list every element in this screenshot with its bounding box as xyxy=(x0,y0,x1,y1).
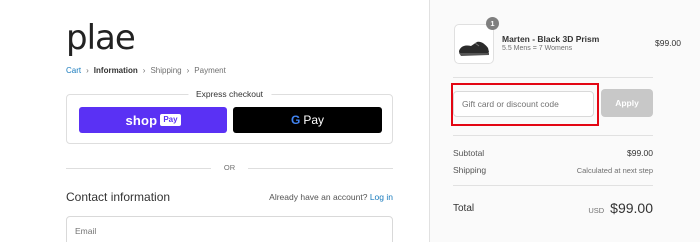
breadcrumb-shipping: Shipping xyxy=(150,66,182,75)
chevron-right-icon: › xyxy=(142,66,146,75)
divider-line xyxy=(453,77,653,78)
google-pay-label: Pay xyxy=(303,113,325,127)
breadcrumb-information: Information xyxy=(93,66,138,75)
email-input[interactable] xyxy=(67,217,392,242)
shop-pay-logo-text: shop xyxy=(125,112,158,128)
product-name: Marten - Black 3D Prism xyxy=(502,34,600,44)
login-prompt: Already have an account? Log in xyxy=(269,192,393,202)
chevron-right-icon: › xyxy=(86,66,89,75)
total-label: Total xyxy=(453,203,475,214)
breadcrumb: Cart › Information › Shipping › Payment xyxy=(66,66,226,75)
quantity-badge: 1 xyxy=(486,17,499,30)
shipping-value: Calculated at next step xyxy=(576,166,653,175)
total-value: USD $99.00 xyxy=(588,200,653,216)
express-checkout-box: Express checkout shop Pay G Pay xyxy=(66,89,393,144)
product-price: $99.00 xyxy=(655,38,681,48)
or-text: OR xyxy=(223,163,236,172)
order-summary-sidebar: 1 Marten - Black 3D Prism 5.5 Mens = 7 W… xyxy=(429,0,700,242)
checkout-main: plae Cart › Information › Shipping › Pay… xyxy=(0,0,429,242)
apply-discount-button[interactable]: Apply xyxy=(601,89,653,117)
product-variant: 5.5 Mens = 7 Womens xyxy=(502,45,573,52)
total-amount: $99.00 xyxy=(610,200,653,216)
subtotal-value: $99.00 xyxy=(627,148,653,158)
discount-code-input[interactable] xyxy=(454,92,593,116)
shipping-label: Shipping xyxy=(453,165,487,175)
breadcrumb-payment: Payment xyxy=(194,66,226,75)
google-pay-button[interactable]: G Pay xyxy=(233,107,382,133)
login-prompt-text: Already have an account? xyxy=(269,192,368,202)
discount-code-field[interactable] xyxy=(453,91,594,117)
divider-line xyxy=(453,135,653,136)
email-field[interactable] xyxy=(66,216,393,242)
chevron-right-icon: › xyxy=(186,66,190,75)
shoe-thumbnail-icon xyxy=(454,24,494,64)
contact-information-heading: Contact information xyxy=(66,190,171,204)
store-logo[interactable]: plae xyxy=(66,18,136,58)
divider-line xyxy=(248,168,393,169)
divider-line xyxy=(66,168,211,169)
express-checkout-title: Express checkout xyxy=(187,89,272,99)
login-link[interactable]: Log in xyxy=(370,192,393,202)
divider-line xyxy=(453,185,653,186)
or-divider: OR xyxy=(66,163,393,173)
google-g-icon: G xyxy=(290,113,301,127)
shop-pay-badge: Pay xyxy=(160,114,181,126)
subtotal-label: Subtotal xyxy=(453,148,485,158)
breadcrumb-cart[interactable]: Cart xyxy=(66,66,81,75)
currency-code: USD xyxy=(588,206,605,215)
shop-pay-button[interactable]: shop Pay xyxy=(79,107,227,133)
